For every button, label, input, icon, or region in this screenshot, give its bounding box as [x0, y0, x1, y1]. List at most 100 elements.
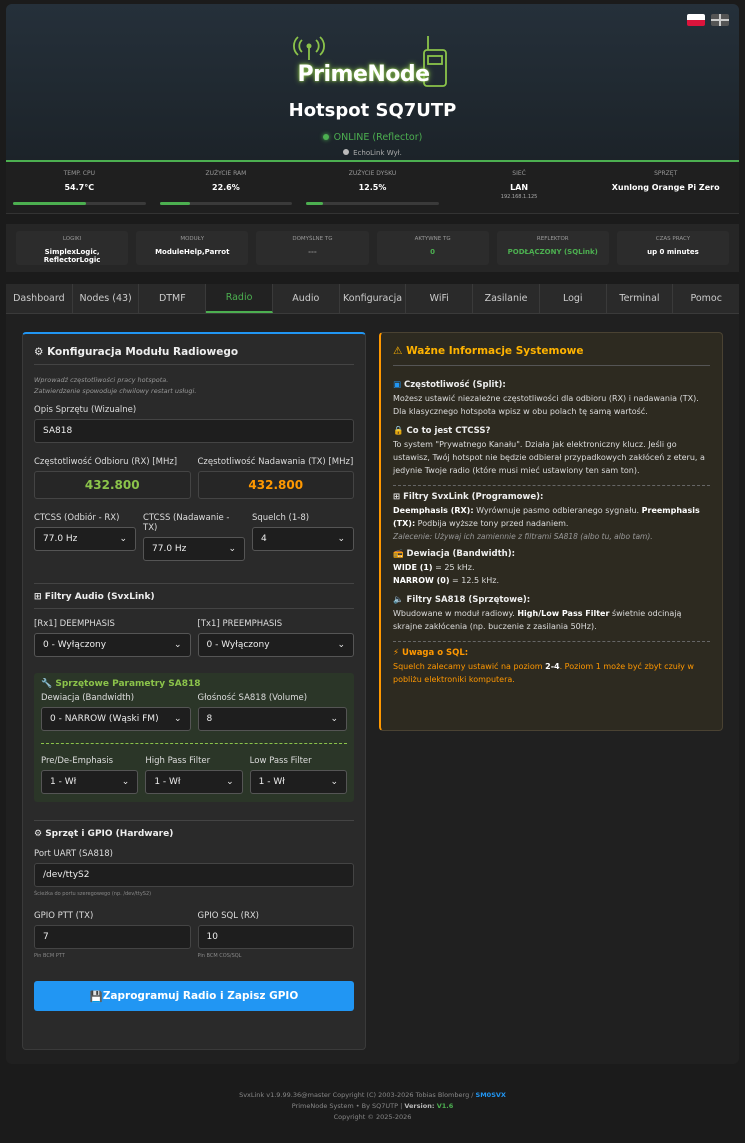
select-value: 77.0 Hz: [152, 544, 187, 554]
form-hint: Wprowadź częstotliwości pracy hotspota. Z…: [34, 375, 354, 397]
speaker-icon: 🔈: [393, 595, 407, 605]
tab-logi[interactable]: Logi: [540, 284, 607, 313]
info-label: DOMYŚLNE TG: [292, 236, 333, 242]
preemph-select[interactable]: 0 - Wyłączony ⌄: [197, 633, 354, 657]
sql-label: GPIO SQL (RX): [197, 911, 260, 921]
chevron-down-icon: ⌄: [330, 777, 338, 787]
info-label: CZAS PRACY: [655, 236, 691, 242]
tab-dtmf[interactable]: DTMF: [139, 284, 207, 313]
progress-bar: [306, 202, 439, 205]
tab-radio[interactable]: Radio: [206, 284, 273, 313]
stat-label: SPRZĘT: [654, 170, 678, 177]
chevron-down-icon: ⌄: [226, 777, 234, 787]
gear-icon: ⚙: [34, 346, 48, 358]
deviation-narrow: NARROW (0) = 12.5 kHz.: [393, 574, 710, 587]
info-modules: MODUŁY ModuleHelp,Parrot: [136, 231, 249, 265]
lock-icon: 🔒: [393, 426, 407, 436]
uart-input[interactable]: /dev/ttyS2: [34, 863, 354, 887]
chevron-down-icon: ⌄: [337, 534, 345, 544]
select-value: 0 - Wyłączony: [43, 640, 107, 650]
sa-text-1: Wbudowane w moduł radiowy.: [393, 609, 518, 618]
sa818-filters-text: Wbudowane w moduł radiowy. High/Low Pass…: [393, 607, 710, 633]
tab-audio[interactable]: Audio: [273, 284, 340, 313]
ctcss-heading-text: Co to jest CTCSS?: [406, 426, 491, 436]
ptt-label: GPIO PTT (TX): [34, 911, 94, 921]
lpf-label: Low Pass Filter: [249, 756, 312, 766]
tx-freq-input[interactable]: 432.800: [197, 471, 354, 499]
tab-nodes[interactable]: Nodes (43): [73, 284, 140, 313]
split-heading: ▣ Częstotliwość (Split):: [393, 380, 710, 390]
chevron-down-icon: ⌄: [173, 640, 182, 650]
warning-icon: ⚠: [393, 345, 407, 357]
split-text: Możesz ustawić niezależne częstotliwości…: [393, 394, 699, 416]
gear-icon: ⚙: [34, 829, 46, 839]
desc-label: Opis Sprzętu (Wizualne): [34, 405, 137, 415]
radio-config-title-text: Konfiguracja Modułu Radiowego: [47, 346, 239, 358]
polish-flag-icon[interactable]: [687, 14, 705, 26]
sa818-title-text: Sprzętowe Parametry SA818: [55, 679, 201, 689]
sql-bold: 2-4: [545, 662, 560, 671]
ptt-hint: Pin BCM PTT: [34, 953, 65, 959]
chevron-down-icon: ⌄: [121, 777, 130, 787]
info-active-tg: AKTYWNE TG 0: [376, 231, 489, 265]
deviation-select[interactable]: 0 - NARROW (Wąski FM) ⌄: [41, 707, 191, 731]
ctcss-tx-select[interactable]: 77.0 Hz ⌄: [143, 537, 245, 561]
sa818-filters-heading: 🔈 Filtry SA818 (Sprzętowe):: [393, 595, 710, 605]
info-cards: LOGIKI SimplexLogic, ReflectorLogic MODUŁ…: [6, 224, 739, 272]
stat-hardware: SPRZĘT Xunlong Orange Pi Zero: [592, 162, 739, 213]
info-value: 0: [430, 248, 436, 256]
volume-select[interactable]: 8 ⌄: [197, 707, 347, 731]
svx-text-2: Podbija wyższe tony przed nadaniem.: [415, 519, 569, 528]
ctcss-rx-select[interactable]: 77.0 Hz ⌄: [34, 527, 136, 551]
program-radio-button[interactable]: 💾 Zaprogramuj Radio i Zapisz GPIO: [34, 981, 354, 1011]
deemph-select[interactable]: 0 - Wyłączony ⌄: [34, 633, 191, 657]
svx-bold-1: Deemphasis (RX):: [393, 506, 474, 515]
sql-input[interactable]: 10: [197, 925, 354, 949]
lpf-select[interactable]: 1 - Wł ⌄: [249, 770, 347, 794]
tab-dashboard[interactable]: Dashboard: [6, 284, 73, 313]
uk-flag-icon[interactable]: [711, 14, 729, 26]
program-radio-label: Zaprogramuj Radio i Zapisz GPIO: [102, 990, 299, 1002]
narrow-text: = 12.5 kHz.: [449, 576, 500, 585]
tab-pomoc[interactable]: Pomoc: [673, 284, 739, 313]
info-label: AKTYWNE TG: [414, 236, 451, 242]
lightning-icon: ⚡: [393, 648, 402, 658]
volume-label: Głośność SA818 (Volume): [197, 693, 308, 703]
stat-value: 12.5%: [358, 183, 387, 192]
stat-value: 54.7°C: [64, 183, 95, 192]
header: PrimeNode Hotspot SQ7UTP ONLINE (Reflect…: [6, 4, 739, 162]
footer-primenode: PrimeNode System • By SQ7UTP | Version: …: [0, 1101, 745, 1112]
tab-zasilanie[interactable]: Zasilanie: [473, 284, 540, 313]
pre-de-emphasis-select[interactable]: 1 - Wł ⌄: [41, 770, 139, 794]
tab-terminal[interactable]: Terminal: [607, 284, 674, 313]
desc-input[interactable]: SA818: [34, 419, 354, 443]
grid-icon: ⊞: [34, 592, 45, 602]
squelch-label: Squelch (1-8): [252, 513, 310, 523]
chevron-down-icon: ⌄: [173, 714, 182, 724]
rx-freq-input[interactable]: 432.800: [34, 471, 191, 499]
chevron-down-icon: ⌄: [228, 544, 236, 554]
sql-note-text: Squelch zalecamy ustawić na poziom 2-4. …: [393, 660, 710, 686]
sql-hint: Pin BCM COS/SQL: [197, 953, 242, 959]
footer-callsign-link[interactable]: SM0SVX: [476, 1091, 506, 1099]
tab-wifi[interactable]: WiFi: [406, 284, 474, 313]
radio-config-panel: ⚙ Konfiguracja Modułu Radiowego Wprowadź…: [22, 332, 366, 1050]
info-label: REFLEKTOR: [536, 236, 569, 242]
select-value: 1 - Wł: [50, 777, 77, 787]
online-status: ONLINE (Reflector): [6, 132, 739, 143]
uart-label: Port UART (SA818): [34, 849, 113, 859]
ptt-input[interactable]: 7: [34, 925, 191, 949]
hpf-select[interactable]: 1 - Wł ⌄: [145, 770, 243, 794]
stat-label: SIEĆ: [512, 170, 526, 177]
info-value: up 0 minutes: [647, 248, 699, 256]
stat-value: LAN: [510, 183, 529, 192]
chevron-down-icon: ⌄: [330, 714, 338, 724]
squelch-select[interactable]: 4 ⌄: [252, 527, 354, 551]
deviation-heading-text: Dewiacja (Bandwidth):: [406, 549, 516, 559]
wrench-icon: 🔧: [41, 679, 56, 689]
footer: SvxLink v1.9.99.36@master Copyright (C) …: [0, 1090, 745, 1123]
tab-konfiguracja[interactable]: Konfiguracja: [340, 284, 407, 313]
stat-network: SIEĆ LAN 192.168.1.125: [446, 162, 593, 213]
radio-icon: 📻: [393, 549, 407, 559]
wide-text: = 25 kHz.: [432, 563, 475, 572]
